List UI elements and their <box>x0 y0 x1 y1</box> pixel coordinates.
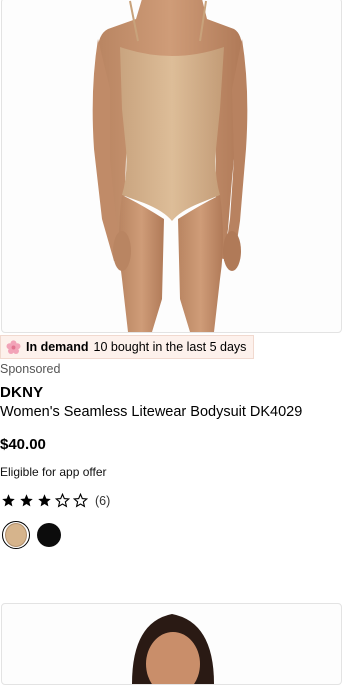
color-swatches <box>2 521 61 549</box>
product-brand[interactable]: DKNY <box>0 384 43 401</box>
in-demand-badge: In demand 10 bought in the last 5 days <box>0 335 255 359</box>
star-empty-icon <box>72 492 89 508</box>
flower-icon <box>6 339 21 355</box>
sponsored-label: Sponsored <box>0 362 61 376</box>
star-filled-icon <box>1 493 16 508</box>
swatch-nude[interactable] <box>2 521 30 549</box>
bodysuit-model-image <box>92 0 248 332</box>
star-filled-icon <box>19 493 34 508</box>
app-offer-text: Eligible for app offer <box>0 465 107 479</box>
swatch-black[interactable] <box>37 523 61 547</box>
next-model-image <box>132 614 214 684</box>
star-filled-icon <box>37 493 52 508</box>
product-image[interactable] <box>1 0 342 333</box>
product-title[interactable]: Women's Seamless Litewear Bodysuit DK402… <box>0 404 302 420</box>
badge-text: 10 bought in the last 5 days <box>93 340 247 354</box>
product-price: $40.00 <box>0 436 46 453</box>
star-empty-icon <box>54 492 71 508</box>
review-count: (6) <box>95 493 111 508</box>
next-product-image[interactable] <box>1 603 342 685</box>
swatch-nude-color <box>5 523 27 547</box>
badge-bold-text: In demand <box>26 340 89 354</box>
product-rating[interactable]: (6) <box>1 492 111 508</box>
